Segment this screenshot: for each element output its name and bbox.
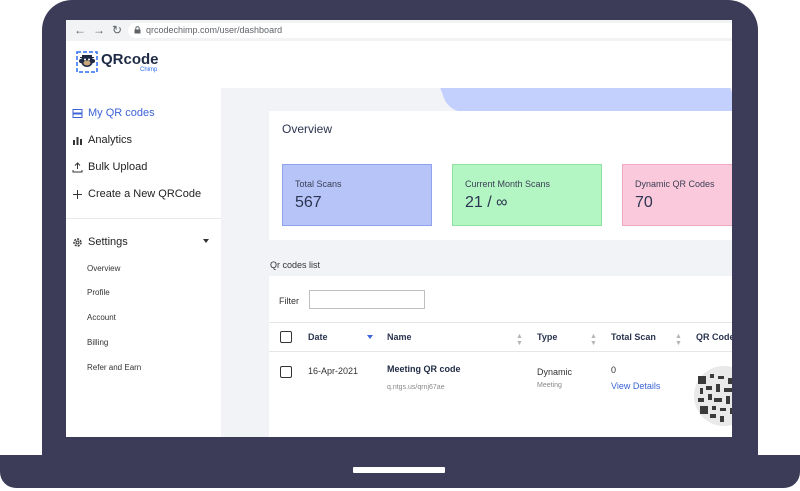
sort-desc-icon[interactable] <box>367 335 373 339</box>
sidebar-item-create-qr[interactable]: Create a New QRCode <box>72 185 201 203</box>
logo-subtext: Chimp <box>140 67 158 73</box>
stat-label: Current Month Scans <box>465 179 551 189</box>
gear-icon <box>72 237 83 248</box>
sort-icon[interactable]: ▲ ▼ <box>675 333 682 347</box>
sidebar-item-label: My QR codes <box>88 107 155 119</box>
plus-icon <box>72 189 83 200</box>
column-total-scan[interactable]: Total Scan <box>611 332 656 342</box>
stat-value: 70 <box>635 194 653 211</box>
sidebar-item-label: Bulk Upload <box>88 161 148 173</box>
column-name[interactable]: Name <box>387 332 412 342</box>
select-all-checkbox[interactable] <box>280 331 292 343</box>
reload-icon[interactable]: ↻ <box>112 22 122 38</box>
qr-list-card: Filter Date Name ▲ ▼ Type ▲ ▼ Total Scan ▲… <box>269 276 732 437</box>
lock-icon <box>134 26 141 34</box>
row-checkbox[interactable] <box>280 366 292 378</box>
stat-value: 567 <box>295 194 322 211</box>
screen: ← → ↻ qrcodechimp.com/user/dashboard QRc… <box>66 20 732 437</box>
stat-label: Dynamic QR Codes <box>635 179 715 189</box>
chevron-down-icon[interactable] <box>203 239 209 243</box>
app-header: QRcode Chimp <box>66 41 732 89</box>
sort-icon[interactable]: ▲ ▼ <box>516 333 523 347</box>
bar-chart-icon <box>72 135 83 146</box>
settings-sub-refer-earn[interactable]: Refer and Earn <box>87 363 141 373</box>
forward-icon[interactable]: → <box>93 22 105 38</box>
row-total-scan: 0 <box>611 365 617 375</box>
column-qr-code: QR Code <box>696 332 732 342</box>
back-icon[interactable]: ← <box>74 22 86 38</box>
stat-value: 21 / ∞ <box>465 194 508 211</box>
chimp-logo-icon[interactable] <box>76 51 98 73</box>
overview-card: Overview Total Scans 567 Current Month S… <box>269 111 732 240</box>
stat-dynamic-qr-codes: Dynamic QR Codes 70 <box>622 164 732 226</box>
stat-total-scans: Total Scans 567 <box>282 164 432 226</box>
upload-icon <box>72 161 83 173</box>
sidebar-divider <box>66 218 221 219</box>
sidebar-item-analytics[interactable]: Analytics <box>72 131 132 149</box>
column-type[interactable]: Type <box>537 332 557 342</box>
qr-code-thumbnail[interactable] <box>694 364 732 428</box>
sidebar: My QR codes Analytics Bulk Upload Create… <box>66 88 222 437</box>
settings-sub-profile[interactable]: Profile <box>87 288 110 298</box>
sort-icon[interactable]: ▲ ▼ <box>590 333 597 347</box>
table-header: Date Name ▲ ▼ Type ▲ ▼ Total Scan ▲ ▼ QR Co… <box>269 322 732 352</box>
row-name[interactable]: Meeting QR code <box>387 364 461 374</box>
row-date: 16-Apr-2021 <box>308 366 359 376</box>
filter-input[interactable] <box>309 290 425 309</box>
url-text: qrcodechimp.com/user/dashboard <box>146 25 283 35</box>
sidebar-item-bulk-upload[interactable]: Bulk Upload <box>72 158 147 176</box>
address-bar[interactable]: qrcodechimp.com/user/dashboard <box>128 23 732 38</box>
browser-bar: ← → ↻ qrcodechimp.com/user/dashboard <box>66 20 732 42</box>
sidebar-item-label: Create a New QRCode <box>88 188 202 200</box>
stat-current-month-scans: Current Month Scans 21 / ∞ <box>452 164 602 226</box>
filter-label: Filter <box>279 296 299 306</box>
row-subtype: Meeting <box>537 382 562 389</box>
column-date[interactable]: Date <box>308 332 328 342</box>
logo-text: QRcode <box>101 51 159 68</box>
sidebar-item-my-qr-codes[interactable]: My QR codes <box>72 104 155 122</box>
row-short-url[interactable]: q.ntgs.us/qrnj67ae <box>387 384 445 391</box>
sidebar-item-label: Settings <box>88 236 128 248</box>
view-details-link[interactable]: View Details <box>611 381 660 391</box>
qr-list-title: Qr codes list <box>270 260 321 270</box>
laptop-notch <box>353 467 445 473</box>
stat-label: Total Scans <box>295 179 342 189</box>
sidebar-item-label: Analytics <box>88 134 133 146</box>
main-content: Overview Total Scans 567 Current Month S… <box>221 88 732 437</box>
header-band <box>440 88 732 112</box>
settings-sub-account[interactable]: Account <box>87 313 116 323</box>
settings-sub-billing[interactable]: Billing <box>87 338 108 348</box>
sidebar-item-settings[interactable]: Settings <box>72 233 128 251</box>
overview-title: Overview <box>282 122 333 136</box>
stack-icon <box>72 108 83 119</box>
settings-sub-overview[interactable]: Overview <box>87 264 120 274</box>
row-type: Dynamic <box>537 367 573 377</box>
